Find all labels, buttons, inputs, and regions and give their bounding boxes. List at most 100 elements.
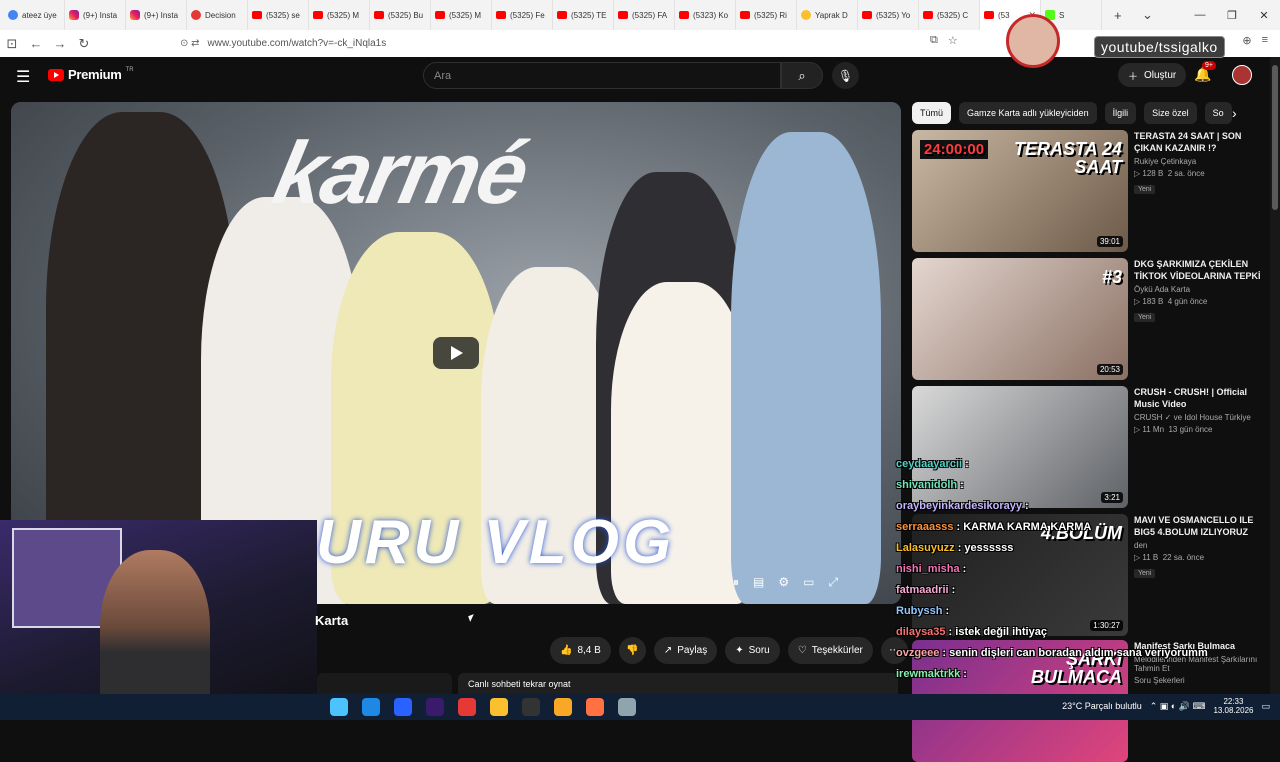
browser-tab[interactable]: (5325) FA xyxy=(614,0,675,30)
channel-name: Rukiye Çetinkaya xyxy=(1134,157,1262,166)
account-avatar[interactable] xyxy=(1232,65,1252,85)
browser-tab[interactable]: (5325) C xyxy=(919,0,980,30)
play-button[interactable] xyxy=(433,337,479,369)
dislike-button[interactable]: 👎 xyxy=(618,637,646,664)
extensions-icon[interactable]: ⊕ xyxy=(1242,34,1251,47)
filter-chip[interactable]: İlgili xyxy=(1104,102,1137,124)
chrome-icon[interactable] xyxy=(490,698,508,716)
replay-live-chat-button[interactable]: Canlı sohbeti tekrar oynat xyxy=(458,673,898,695)
bluetooth-icon[interactable] xyxy=(394,698,412,716)
chat-username: ovzgeee xyxy=(896,647,940,659)
notification-center-icon[interactable]: ▭ xyxy=(1261,701,1270,712)
back-button[interactable]: ← xyxy=(24,36,48,51)
thumbs-down-icon: 👎 xyxy=(626,645,639,656)
video-thumbnail[interactable]: #3 20:53 xyxy=(912,258,1128,380)
chat-text: : senin dişleri can boradan aldım sana v… xyxy=(942,647,1208,659)
notifications-button[interactable]: 🔔 9+ xyxy=(1194,61,1216,83)
thumbnail-person xyxy=(731,132,881,604)
firefox-icon[interactable] xyxy=(586,698,604,716)
video-thumbnail[interactable]: 24:00:00 TERASTA 24 SAAT 39:01 xyxy=(912,130,1128,252)
youtube-logo[interactable]: Premium TR xyxy=(48,67,134,82)
filter-chip[interactable]: Size özel xyxy=(1144,102,1197,124)
close-window-button[interactable]: ✕ xyxy=(1248,0,1280,30)
search-button[interactable]: ⌕ xyxy=(781,62,823,89)
captions-icon[interactable]: ▤ xyxy=(753,575,764,590)
video-info: DKG ŞARKIMIZA ÇEKİLEN TİKTOK VİDEOLARINA… xyxy=(1134,258,1262,380)
forward-button[interactable]: → xyxy=(48,36,72,51)
site-info-icon[interactable]: ⊙ ⇄ xyxy=(180,38,200,49)
recommended-video[interactable]: 24:00:00 TERASTA 24 SAAT 39:01 TERASTA 24 S… xyxy=(912,130,1262,252)
browser-tab[interactable]: (5325) Ri xyxy=(736,0,797,30)
new-tab-button[interactable]: + xyxy=(1114,0,1122,30)
channel-subscribe-area xyxy=(317,673,452,695)
filter-chip[interactable]: Tümü xyxy=(912,102,952,124)
new-badge: Yeni xyxy=(1134,185,1156,194)
browser-tab[interactable]: ateez üye xyxy=(4,0,65,30)
browser-tab[interactable]: (9+) Insta xyxy=(126,0,187,30)
tray-icons[interactable]: ⌃ ▣ ◐ 🔊 ⌨ xyxy=(1150,701,1206,712)
browser-tab[interactable]: (5325) Bu xyxy=(370,0,431,30)
browser-tab[interactable]: (5325) se xyxy=(248,0,309,30)
tab-list-icon[interactable]: ⌄ xyxy=(1142,0,1153,30)
sidebar-toggle-icon[interactable]: ⊡ xyxy=(0,36,24,52)
opera-icon[interactable] xyxy=(458,698,476,716)
bookmark-star-icon[interactable]: ☆ xyxy=(948,34,958,47)
reload-button[interactable]: ↻ xyxy=(72,36,96,52)
premiere-icon[interactable] xyxy=(426,698,444,716)
ask-button[interactable]: ✦ Soru xyxy=(725,637,780,664)
chat-text: : KARMA KARMA KARMA xyxy=(956,521,1092,533)
browser-tab[interactable]: (5325) TE xyxy=(553,0,614,30)
search-icon: ⌕ xyxy=(798,67,806,83)
filter-chip[interactable]: So xyxy=(1204,102,1232,124)
browser-tab[interactable]: (5325) Yo xyxy=(858,0,919,30)
browser-tab[interactable]: Decision xyxy=(187,0,248,30)
share-button[interactable]: ↗ Paylaş xyxy=(653,637,718,664)
maximize-button[interactable]: ❐ xyxy=(1216,0,1248,30)
voice-search-button[interactable]: 🎙 xyxy=(832,62,859,89)
plus-icon: ＋ xyxy=(1128,71,1138,83)
weather-widget[interactable]: 23°C Parçalı bulutlu xyxy=(1062,701,1142,711)
chat-username: Rubyssh xyxy=(896,605,943,617)
browser-tab[interactable]: (5325) Fe xyxy=(492,0,553,30)
create-button[interactable]: ＋ Oluştur xyxy=(1118,63,1187,87)
browser-tab[interactable]: (5325) M xyxy=(309,0,370,30)
recommended-video[interactable]: #3 20:53 DKG ŞARKIMIZA ÇEKİLEN TİKTOK VİDE… xyxy=(912,258,1262,380)
app-icon[interactable] xyxy=(618,698,636,716)
obs-icon[interactable] xyxy=(522,698,540,716)
chat-text: : xyxy=(962,563,967,575)
page-scrollbar[interactable] xyxy=(1270,57,1280,694)
create-label: Oluştur xyxy=(1144,69,1177,81)
scrollbar-thumb[interactable] xyxy=(1272,65,1278,210)
fullscreen-icon[interactable]: ⤢ xyxy=(828,575,838,590)
picture-in-picture-icon[interactable]: ⧉ xyxy=(930,34,938,47)
thumbnail-title-text: URU VLOG xyxy=(316,508,676,577)
settings-gear-icon[interactable]: ⚙ xyxy=(778,575,789,590)
chat-message: dilaysa35: istek değil ihtiyaç xyxy=(896,626,1047,638)
menu-hamburger-icon[interactable]: ☰ xyxy=(16,67,30,87)
thanks-button[interactable]: ♡ Teşekkürler xyxy=(787,637,873,664)
filter-chip[interactable]: Gamze Karta adlı yükleyiciden xyxy=(959,102,1097,124)
like-button[interactable]: 👍 8,4 B xyxy=(550,637,611,664)
view-count: 183 B xyxy=(1142,297,1164,306)
edge-icon[interactable] xyxy=(362,698,380,716)
channel-name: CRUSH ✓ ve Idol House Türkiye xyxy=(1134,413,1251,422)
pause-icon[interactable]: ⏸ xyxy=(733,575,739,590)
video-meta: ▷ 183 B 4 gün önce xyxy=(1134,297,1208,306)
search-input[interactable]: Ara xyxy=(423,62,781,89)
chat-username: ceydaayarcii xyxy=(896,458,963,470)
browser-tab[interactable]: (5325) M xyxy=(431,0,492,30)
menu-icon[interactable]: ≡ xyxy=(1262,34,1268,47)
chat-username: oraybeyinkardesikorayy xyxy=(896,500,1022,512)
clock[interactable]: 22:33 13.08.2026 xyxy=(1213,697,1253,715)
url-field[interactable]: ⊙ ⇄ www.youtube.com/watch?v=-ck_iNqla1s xyxy=(180,34,970,53)
browser-tab[interactable]: (9+) Insta xyxy=(65,0,126,30)
explorer-icon[interactable] xyxy=(554,698,572,716)
chevron-right-icon[interactable]: › xyxy=(1232,105,1237,121)
browser-tab[interactable]: Yaprak D xyxy=(797,0,858,30)
browser-tab[interactable]: (5323) Ko xyxy=(675,0,736,30)
chat-username: fatmaadrii xyxy=(896,584,949,596)
windows-icon[interactable] xyxy=(330,698,348,716)
minimize-button[interactable]: — xyxy=(1184,0,1216,30)
tab-favicon-icon xyxy=(984,11,994,19)
theater-mode-icon[interactable]: ▭ xyxy=(803,575,814,590)
